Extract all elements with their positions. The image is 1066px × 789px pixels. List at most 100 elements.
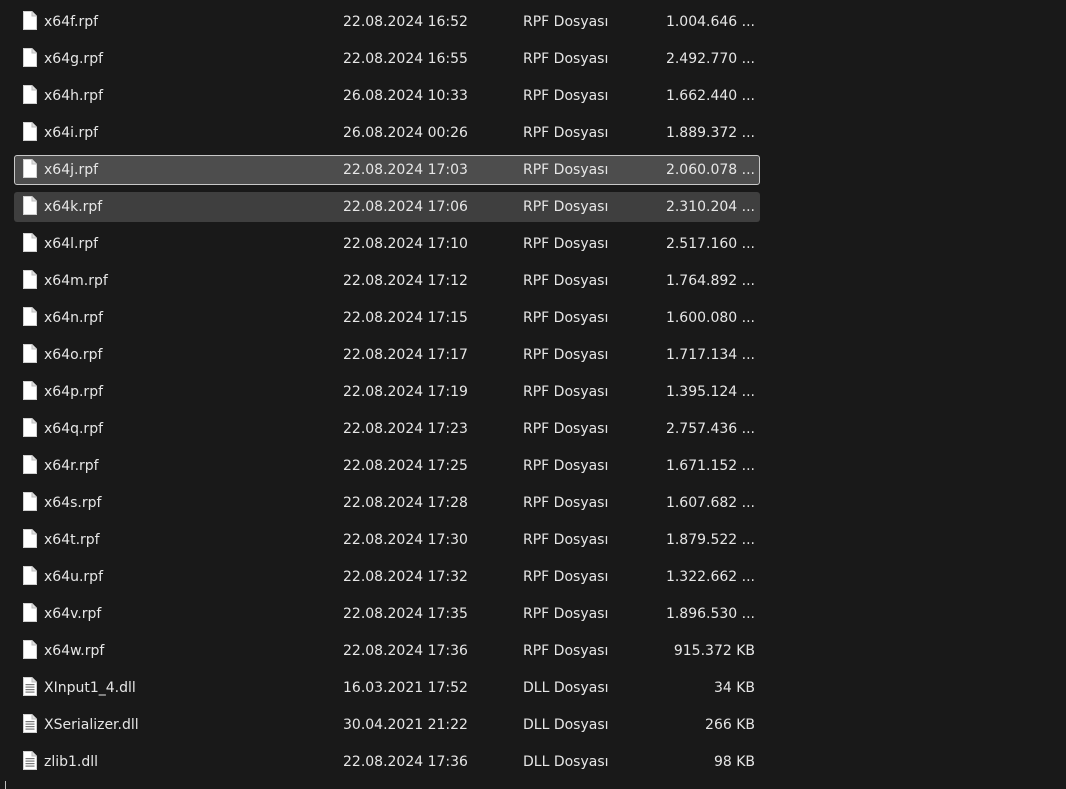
- file-size: 1.600.080 ...: [665, 310, 755, 326]
- file-icon: [23, 344, 37, 363]
- file-icon: [23, 122, 37, 141]
- file-icon: [23, 640, 37, 659]
- file-date-modified: 22.08.2024 16:52: [343, 14, 468, 30]
- file-type: RPF Dosyası: [523, 532, 609, 548]
- file-row[interactable]: x64j.rpf 22.08.2024 17:03 RPF Dosyası 2.060…: [14, 155, 760, 185]
- file-size: 1.764.892 ...: [665, 273, 755, 289]
- file-icon: [23, 233, 37, 252]
- file-date-modified: 22.08.2024 17:32: [343, 569, 468, 585]
- file-type: RPF Dosyası: [523, 310, 609, 326]
- file-size: 2.757.436 ...: [665, 421, 755, 437]
- file-size: 266 KB: [705, 717, 755, 733]
- file-name: x64f.rpf: [44, 14, 99, 30]
- file-type: RPF Dosyası: [523, 347, 609, 363]
- file-name: x64k.rpf: [44, 199, 103, 215]
- file-icon: [23, 48, 37, 67]
- file-icon: [23, 455, 37, 474]
- file-icon: [23, 85, 37, 104]
- file-name: x64p.rpf: [44, 384, 104, 400]
- file-size: 1.889.372 ...: [665, 125, 755, 141]
- file-type: DLL Dosyası: [523, 680, 609, 696]
- file-row[interactable]: x64n.rpf 22.08.2024 17:15 RPF Dosyası 1.600…: [14, 303, 760, 333]
- file-row[interactable]: x64r.rpf 22.08.2024 17:25 RPF Dosyası 1.671…: [14, 451, 760, 481]
- file-row[interactable]: x64g.rpf 22.08.2024 16:55 RPF Dosyası 2.492…: [14, 44, 760, 74]
- file-row[interactable]: x64l.rpf 22.08.2024 17:10 RPF Dosyası 2.517…: [14, 229, 760, 259]
- file-name: x64j.rpf: [44, 162, 99, 178]
- file-row[interactable]: x64h.rpf 26.08.2024 10:33 RPF Dosyası 1.662…: [14, 81, 760, 111]
- file-list: x64f.rpf 22.08.2024 16:52 RPF Dosyası 1.004…: [0, 0, 1066, 789]
- file-row[interactable]: XSerializer.dll 30.04.2021 21:22 DLL Dosya…: [14, 710, 760, 740]
- file-size: 1.671.152 ...: [665, 458, 755, 474]
- file-icon: [23, 603, 37, 622]
- file-name: x64l.rpf: [44, 236, 99, 252]
- file-icon: [23, 492, 37, 511]
- file-name: x64o.rpf: [44, 347, 103, 363]
- file-name: x64s.rpf: [44, 495, 102, 511]
- file-name: x64v.rpf: [44, 606, 102, 622]
- file-date-modified: 22.08.2024 17:03: [343, 162, 468, 178]
- file-row[interactable]: x64o.rpf 22.08.2024 17:17 RPF Dosyası 1.717…: [14, 340, 760, 370]
- file-date-modified: 22.08.2024 17:23: [343, 421, 468, 437]
- file-type: RPF Dosyası: [523, 569, 609, 585]
- file-date-modified: 22.08.2024 17:28: [343, 495, 468, 511]
- file-row[interactable]: x64u.rpf 22.08.2024 17:32 RPF Dosyası 1.322…: [14, 562, 760, 592]
- file-date-modified: 22.08.2024 17:36: [343, 754, 468, 770]
- file-type: RPF Dosyası: [523, 643, 609, 659]
- file-size: 1.662.440 ...: [665, 88, 755, 104]
- file-row[interactable]: XInput1_4.dll 16.03.2021 17:52 DLL Dosyası…: [14, 673, 760, 703]
- file-name: x64i.rpf: [44, 125, 99, 141]
- file-type: RPF Dosyası: [523, 236, 609, 252]
- file-date-modified: 22.08.2024 17:17: [343, 347, 468, 363]
- file-row[interactable]: x64i.rpf 26.08.2024 00:26 RPF Dosyası 1.889…: [14, 118, 760, 148]
- file-row[interactable]: x64q.rpf 22.08.2024 17:23 RPF Dosyası 2.757…: [14, 414, 760, 444]
- file-row[interactable]: x64p.rpf 22.08.2024 17:19 RPF Dosyası 1.395…: [14, 377, 760, 407]
- file-date-modified: 16.03.2021 17:52: [343, 680, 468, 696]
- file-row[interactable]: zlib1.dll 22.08.2024 17:36 DLL Dosyası 98 K…: [14, 747, 760, 777]
- file-name: x64m.rpf: [44, 273, 108, 289]
- file-icon: [23, 196, 37, 215]
- file-name: XSerializer.dll: [44, 717, 139, 733]
- file-date-modified: 22.08.2024 16:55: [343, 51, 468, 67]
- file-name: x64w.rpf: [44, 643, 105, 659]
- file-date-modified: 22.08.2024 17:12: [343, 273, 468, 289]
- file-size: 2.310.204 ...: [665, 199, 755, 215]
- file-row[interactable]: x64w.rpf 22.08.2024 17:36 RPF Dosyası 915.3…: [14, 636, 760, 666]
- file-type: DLL Dosyası: [523, 754, 609, 770]
- file-name: x64t.rpf: [44, 532, 100, 548]
- file-icon: [23, 270, 37, 289]
- file-icon: [23, 418, 37, 437]
- file-row[interactable]: x64s.rpf 22.08.2024 17:28 RPF Dosyası 1.607…: [14, 488, 760, 518]
- file-row[interactable]: x64k.rpf 22.08.2024 17:06 RPF Dosyası 2.310…: [14, 192, 760, 222]
- file-type: RPF Dosyası: [523, 273, 609, 289]
- file-icon: [23, 529, 37, 548]
- file-date-modified: 22.08.2024 17:06: [343, 199, 468, 215]
- file-type: RPF Dosyası: [523, 162, 609, 178]
- file-date-modified: 22.08.2024 17:35: [343, 606, 468, 622]
- file-icon: [23, 307, 37, 326]
- file-date-modified: 22.08.2024 17:25: [343, 458, 468, 474]
- file-row[interactable]: x64f.rpf 22.08.2024 16:52 RPF Dosyası 1.004…: [14, 7, 760, 37]
- file-name: x64g.rpf: [44, 51, 104, 67]
- file-type: RPF Dosyası: [523, 199, 609, 215]
- file-type: RPF Dosyası: [523, 421, 609, 437]
- file-icon: [23, 159, 37, 178]
- file-size: 1.607.682 ...: [665, 495, 755, 511]
- file-size: 1.879.522 ...: [665, 532, 755, 548]
- file-date-modified: 22.08.2024 17:15: [343, 310, 468, 326]
- file-type: RPF Dosyası: [523, 606, 609, 622]
- file-size: 1.004.646 ...: [665, 14, 755, 30]
- file-type: RPF Dosyası: [523, 125, 609, 141]
- file-type: RPF Dosyası: [523, 88, 609, 104]
- file-size: 915.372 KB: [673, 643, 755, 659]
- file-date-modified: 30.04.2021 21:22: [343, 717, 468, 733]
- text-cursor-mark: [5, 781, 6, 789]
- file-name: XInput1_4.dll: [44, 680, 136, 696]
- file-size: 1.896.530 ...: [665, 606, 755, 622]
- file-type: RPF Dosyası: [523, 458, 609, 474]
- file-size: 34 KB: [713, 680, 755, 696]
- file-name: x64n.rpf: [44, 310, 103, 326]
- file-row[interactable]: x64t.rpf 22.08.2024 17:30 RPF Dosyası 1.879…: [14, 525, 760, 555]
- file-row[interactable]: x64v.rpf 22.08.2024 17:35 RPF Dosyası 1.896…: [14, 599, 760, 629]
- file-row[interactable]: x64m.rpf 22.08.2024 17:12 RPF Dosyası 1.764…: [14, 266, 760, 296]
- dll-file-icon: [23, 714, 37, 733]
